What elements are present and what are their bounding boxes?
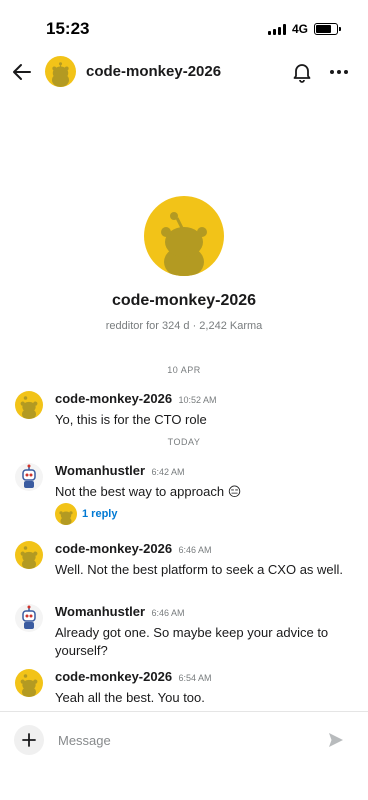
profile-summary: code-monkey-2026 redditor for 324 d · 2,…: [0, 196, 368, 332]
profile-avatar[interactable]: [144, 196, 224, 276]
more-horizontal-icon: [330, 70, 348, 74]
snoo-avatar-icon[interactable]: [15, 541, 43, 569]
status-bar: 15:23 4G: [0, 0, 368, 48]
message-composer: [0, 711, 368, 800]
more-options-button[interactable]: [325, 59, 353, 85]
message-author[interactable]: code-monkey-2026: [55, 391, 172, 406]
send-icon: [329, 733, 343, 747]
message-time: 10:52 AM: [178, 395, 217, 405]
message-time: 6:46 AM: [151, 608, 185, 618]
message-time: 6:42 AM: [151, 467, 185, 477]
date-separator: TODAY: [167, 437, 201, 447]
thread-reply-link[interactable]: 1 reply: [55, 503, 117, 525]
message-text: Not the best way to approach 😑: [55, 484, 242, 499]
date-separator: 10 APR: [167, 365, 201, 375]
network-type: 4G: [291, 22, 308, 36]
message-input[interactable]: [58, 728, 308, 752]
message-author[interactable]: code-monkey-2026: [55, 541, 172, 556]
header-title[interactable]: code-monkey-2026: [86, 63, 221, 80]
battery-icon: [314, 23, 341, 35]
message-text: Well. Not the best platform to seek a CX…: [55, 562, 344, 577]
robot-avatar-icon[interactable]: [15, 463, 43, 491]
profile-name: code-monkey-2026: [111, 292, 257, 309]
robot-avatar-icon[interactable]: [15, 604, 43, 632]
snoo-avatar-icon: [55, 503, 77, 525]
arrow-left-icon: [13, 64, 31, 80]
plus-icon: [22, 733, 36, 747]
message-text: Already got one. So maybe keep your advi…: [55, 625, 329, 658]
header-avatar[interactable]: [45, 56, 76, 87]
profile-meta: redditor for 324 d · 2,242 Karma: [105, 320, 263, 332]
snoo-avatar-icon[interactable]: [15, 669, 43, 697]
bell-icon: [293, 64, 311, 83]
status-icons: 4G: [267, 22, 341, 36]
reply-count[interactable]: 1 reply: [82, 508, 117, 520]
chat-header: code-monkey-2026: [0, 48, 368, 96]
message-text: Yo, this is for the CTO role: [55, 412, 207, 427]
snoo-avatar-icon[interactable]: [15, 391, 43, 419]
add-attachment-button[interactable]: [14, 725, 44, 755]
status-time: 15:23: [46, 19, 90, 38]
message-author[interactable]: Womanhustler: [55, 604, 145, 619]
signal-icon: [267, 23, 286, 35]
send-button[interactable]: [325, 729, 347, 751]
message-time: 6:54 AM: [178, 673, 212, 683]
message-time: 6:46 AM: [178, 545, 212, 555]
message-author[interactable]: Womanhustler: [55, 463, 145, 478]
snoo-avatar-icon: [161, 212, 207, 276]
message-author[interactable]: code-monkey-2026: [55, 669, 172, 684]
message-text: Yeah all the best. You too.: [55, 690, 205, 705]
back-button[interactable]: [8, 58, 36, 86]
notifications-button[interactable]: [289, 59, 315, 85]
snoo-avatar-icon: [45, 56, 76, 87]
